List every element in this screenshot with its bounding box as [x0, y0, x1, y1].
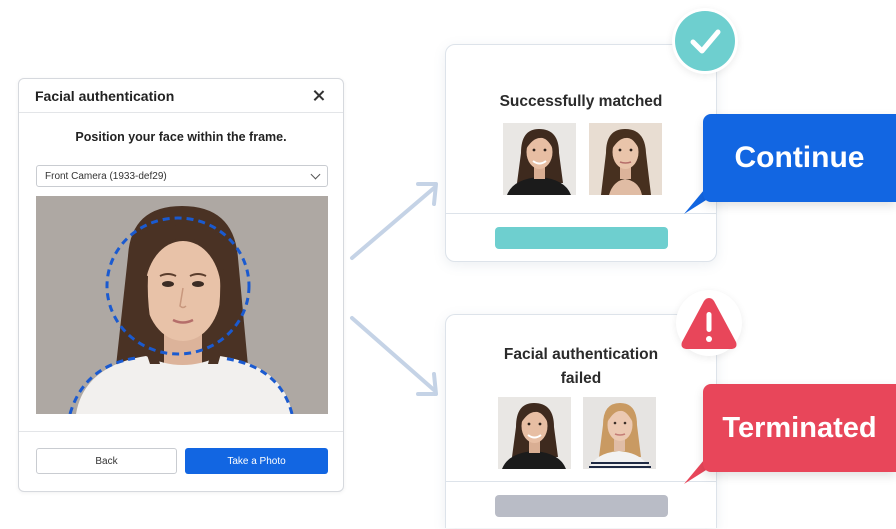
arrow-to-success	[350, 186, 436, 260]
camera-select[interactable]: Front Camera (1933-def29)	[36, 165, 328, 187]
continue-label: Continue	[703, 114, 896, 202]
dialog-header: Facial authentication	[19, 79, 343, 113]
checkmark-icon	[675, 11, 735, 71]
back-button[interactable]: Back	[36, 448, 177, 474]
warning-icon	[681, 298, 737, 349]
reference-photo	[503, 123, 576, 195]
dialog-footer-divider	[19, 431, 343, 432]
reference-photo	[498, 397, 571, 469]
camera-preview-image	[36, 196, 328, 414]
fail-title-line2: failed	[560, 370, 602, 387]
success-progress-bar	[495, 227, 668, 249]
take-photo-button[interactable]: Take a Photo	[185, 448, 328, 474]
camera-preview	[36, 196, 328, 414]
success-badge	[672, 8, 738, 74]
close-icon[interactable]	[311, 88, 327, 104]
fail-progress-bar	[495, 495, 668, 517]
success-divider	[446, 213, 716, 214]
captured-photo	[589, 123, 662, 195]
instruction-text: Position your face within the frame.	[75, 130, 287, 144]
chevron-down-icon	[310, 169, 321, 179]
flow-arrows	[350, 182, 438, 396]
success-title: Successfully matched	[499, 93, 663, 110]
warning-badge	[676, 290, 742, 356]
fail-divider	[446, 481, 716, 482]
arrow-to-fail	[350, 316, 436, 392]
facial-auth-dialog: Facial authentication Position your face…	[18, 78, 344, 492]
mismatched-photo	[583, 397, 656, 469]
dialog-title: Facial authentication	[35, 87, 175, 104]
camera-select-value: Front Camera (1933-def29)	[45, 170, 167, 182]
terminated-label: Terminated	[703, 384, 896, 472]
success-card: Successfully matched	[445, 44, 717, 262]
